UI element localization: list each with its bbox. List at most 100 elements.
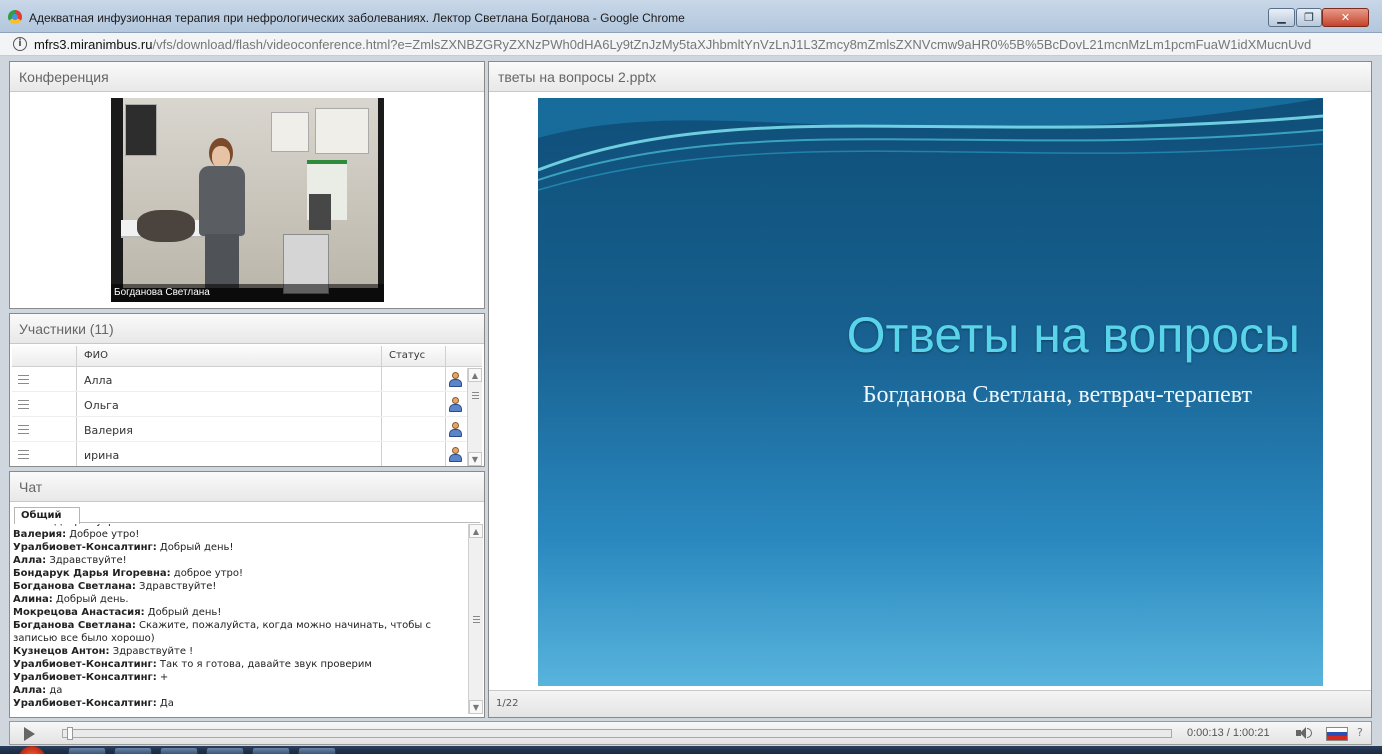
participant-row[interactable]: Алла xyxy=(12,367,482,392)
chat-scrollbar[interactable]: ▲ ▼ xyxy=(468,524,483,714)
address-bar[interactable]: i mfrs3.miranimbus.ru/vfs/download/flash… xyxy=(0,33,1382,56)
chat-author: Алина: xyxy=(13,594,53,605)
scroll-up-icon[interactable]: ▲ xyxy=(469,524,483,538)
info-icon[interactable]: i xyxy=(13,37,27,51)
chat-message: Уралбиовет-Консалтинг: + xyxy=(13,671,463,684)
taskbar-button[interactable] xyxy=(68,747,106,754)
user-icon[interactable] xyxy=(449,447,462,462)
scroll-down-icon[interactable]: ▼ xyxy=(469,700,483,714)
taskbar-button[interactable] xyxy=(114,747,152,754)
drag-handle-icon[interactable] xyxy=(18,425,29,434)
scroll-up-icon[interactable]: ▲ xyxy=(468,368,482,382)
video-feed[interactable]: Богданова Светлана xyxy=(111,98,384,302)
chat-message: Уралбиовет-Консалтинг: Так то я готова, … xyxy=(13,658,463,671)
video-poster xyxy=(125,104,157,156)
seek-thumb[interactable] xyxy=(67,727,73,740)
chat-text: Здравствуйте! xyxy=(135,581,217,592)
participant-status xyxy=(381,367,445,391)
chat-text: Так то я готова, давайте звук проверим xyxy=(156,659,372,670)
participants-title: Участники (11) xyxy=(10,314,484,344)
chat-message: Кузнецов Антон: Здравствуйте ! xyxy=(13,645,463,658)
participants-panel: Участники (11) ФИО Статус Алла Ольга Вал… xyxy=(9,313,485,467)
slide-title: Ответы на вопросы xyxy=(846,307,1300,363)
chat-text: Добрый день! xyxy=(156,542,234,553)
participant-row[interactable]: Валерия xyxy=(12,417,482,442)
chat-panel: Чат Общий Ольга: Доброе утро!Валерия: До… xyxy=(9,471,485,718)
window-titlebar: Адекватная инфузионная терапия при нефро… xyxy=(0,0,1382,33)
chat-message: Валерия: Доброе утро! xyxy=(13,528,463,541)
taskbar-button[interactable] xyxy=(206,747,244,754)
presentation-slide[interactable]: Ответы на вопросы Богданова Светлана, ве… xyxy=(538,98,1323,686)
chat-message: Алла: да xyxy=(13,684,463,697)
video-cat xyxy=(137,210,195,242)
maximize-button[interactable]: ❐ xyxy=(1296,8,1322,27)
scroll-down-icon[interactable]: ▼ xyxy=(468,452,482,466)
url-text[interactable]: mfrs3.miranimbus.ru/vfs/download/flash/v… xyxy=(34,37,1311,52)
slide-page-indicator: 1/22 xyxy=(489,690,1371,717)
conference-panel: Конференция Богданова Светлана xyxy=(9,61,485,309)
chrome-icon xyxy=(8,10,22,24)
video-caption: Богданова Светлана xyxy=(111,284,384,302)
play-icon[interactable] xyxy=(24,727,35,741)
column-header-name[interactable]: ФИО xyxy=(76,346,381,366)
chat-author: Богданова Светлана: xyxy=(13,620,136,631)
chat-text: Да xyxy=(156,698,174,709)
taskbar-button[interactable] xyxy=(252,747,290,754)
chat-text: Добрый день! xyxy=(144,607,222,618)
playback-bar: 0:00:13 / 1:00:21 ? xyxy=(9,721,1372,745)
participant-name: Алла xyxy=(76,367,381,391)
chat-text: + xyxy=(156,672,169,683)
participant-row[interactable]: Ольга xyxy=(12,392,482,417)
chat-author: Кузнецов Антон: xyxy=(13,646,110,657)
participant-name: Валерия xyxy=(76,417,381,441)
scroll-thumb[interactable] xyxy=(472,392,479,399)
language-flag-icon[interactable] xyxy=(1326,727,1348,741)
url-path: /vfs/download/flash/videoconference.html… xyxy=(152,37,1312,52)
taskbar-button[interactable] xyxy=(298,747,336,754)
participant-status xyxy=(381,417,445,441)
presentation-panel: тветы на вопросы 2.pptx Ответы на вопрос… xyxy=(488,61,1372,718)
chat-message: Алина: Добрый день. xyxy=(13,593,463,606)
participant-status xyxy=(381,442,445,466)
chat-message: Уралбиовет-Консалтинг: Да xyxy=(13,697,463,710)
chat-author: Бондарук Дарья Игоревна: xyxy=(13,568,171,579)
participant-status xyxy=(381,392,445,416)
participants-scrollbar[interactable]: ▲ ▼ xyxy=(467,368,482,466)
minimize-button[interactable]: ▁ xyxy=(1268,8,1295,27)
chat-message: Богданова Светлана: Здравствуйте! xyxy=(13,580,463,593)
column-header-status[interactable]: Статус xyxy=(381,346,445,366)
chat-text: Здравствуйте ! xyxy=(109,646,194,657)
chat-text: Доброе утро! xyxy=(51,524,124,527)
video-monitor xyxy=(309,194,331,230)
tab-general[interactable]: Общий xyxy=(14,507,80,524)
close-button[interactable]: ✕ xyxy=(1322,8,1369,27)
user-icon[interactable] xyxy=(449,397,462,412)
chat-message: Бондарук Дарья Игоревна: доброе утро! xyxy=(13,567,463,580)
help-button[interactable]: ? xyxy=(1357,726,1363,739)
url-host: mfrs3.miranimbus.ru xyxy=(34,37,153,52)
conference-title: Конференция xyxy=(10,62,484,92)
chat-author: Уралбиовет-Консалтинг: xyxy=(13,542,157,553)
chat-author: Мокрецова Анастасия: xyxy=(13,607,145,618)
participant-name: ирина xyxy=(76,442,381,466)
slide-subtitle: Богданова Светлана, ветврач-терапевт xyxy=(862,382,1252,408)
volume-icon[interactable] xyxy=(1296,726,1312,740)
seek-bar[interactable] xyxy=(62,727,1172,740)
participants-header-row: ФИО Статус xyxy=(12,346,482,367)
drag-handle-icon[interactable] xyxy=(18,375,29,384)
taskbar-button[interactable] xyxy=(160,747,198,754)
chat-tab-strip: Общий xyxy=(14,507,480,524)
chat-text: Доброе утро! xyxy=(66,529,140,540)
participant-row[interactable]: ирина xyxy=(12,442,482,466)
chat-log: Ольга: Доброе утро!Валерия: Доброе утро!… xyxy=(13,524,467,714)
drag-handle-icon[interactable] xyxy=(18,450,29,459)
scroll-thumb[interactable] xyxy=(473,616,480,623)
user-icon[interactable] xyxy=(449,422,462,437)
drag-handle-icon[interactable] xyxy=(18,400,29,409)
chat-message: Алла: Здравствуйте! xyxy=(13,554,463,567)
user-icon[interactable] xyxy=(449,372,462,387)
chat-author: Алла: xyxy=(13,555,47,566)
chat-author: Ольга: xyxy=(13,524,51,527)
chat-message: Уралбиовет-Консалтинг: Добрый день! xyxy=(13,541,463,554)
start-button[interactable] xyxy=(18,746,46,754)
